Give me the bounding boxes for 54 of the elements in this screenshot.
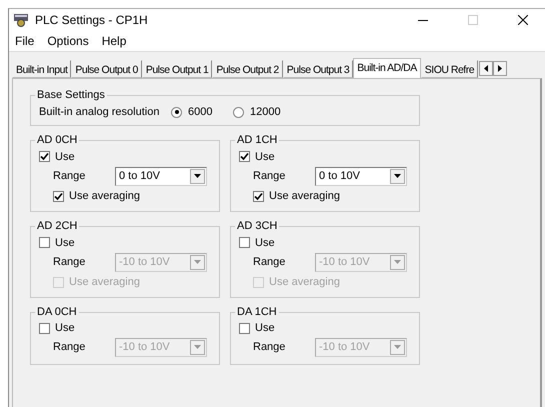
group-title: AD 0CH (36, 134, 78, 146)
window-title: PLC Settings - CP1H (35, 13, 149, 27)
checkbox[interactable] (239, 237, 250, 248)
checkbox[interactable] (53, 190, 64, 202)
app-icon (13, 13, 29, 27)
tab[interactable]: Pulse Output 1 (142, 60, 212, 78)
checkbox[interactable] (39, 237, 50, 248)
checkbox[interactable] (39, 322, 50, 334)
checkbox-label: Use (255, 322, 275, 334)
checkbox[interactable] (253, 190, 264, 202)
tab[interactable]: SIOU Refre (420, 60, 478, 78)
checkbox-label: Use averaging (269, 276, 340, 288)
group-title: AD 1CH (236, 134, 278, 146)
group-title: AD 2CH (36, 220, 78, 232)
group-title: AD 3CH (236, 220, 278, 232)
range-dropdown[interactable]: 0 to 10V (115, 166, 207, 186)
checkbox-label: Use averaging (269, 190, 340, 202)
checkbox[interactable] (39, 151, 50, 162)
checkbox-label: Use averaging (69, 190, 140, 202)
range-label: Range (253, 256, 286, 268)
scroll-right-icon[interactable] (493, 61, 508, 76)
tab[interactable]: Built-in AD/DA (353, 58, 421, 78)
range-label: Range (253, 170, 286, 182)
scroll-left-icon[interactable] (479, 61, 494, 76)
radio-button[interactable] (233, 106, 244, 118)
checkbox[interactable] (53, 276, 64, 288)
checkbox[interactable] (239, 322, 250, 334)
radio-label: 6000 (188, 106, 212, 118)
tab[interactable]: Built-in Input (12, 60, 72, 78)
range-label: Range (53, 256, 86, 268)
checkbox-label: Use averaging (69, 276, 140, 288)
group-title: Base Settings (36, 89, 106, 101)
range-label: Range (53, 170, 86, 182)
range-label: Range (253, 341, 286, 354)
range-label: Range (53, 341, 86, 354)
resolution-label: Built-in analog resolution (39, 106, 160, 118)
range-dropdown[interactable]: 0 to 10V (315, 166, 407, 186)
checkbox-label: Use (255, 236, 275, 249)
group-title: DA 1CH (236, 306, 278, 318)
menu-item[interactable]: Options (47, 34, 89, 48)
checkbox-label: Use (55, 150, 75, 163)
group-title: DA 0CH (36, 306, 78, 318)
checkbox-label: Use (255, 150, 275, 163)
checkbox[interactable] (253, 276, 264, 288)
tab[interactable]: Pulse Output 3 (282, 60, 354, 78)
menu-item[interactable]: File (15, 34, 34, 48)
radio-button[interactable] (171, 106, 182, 118)
checkbox-label: Use (55, 322, 75, 334)
tab[interactable]: Pulse Output 0 (71, 60, 142, 78)
tab[interactable]: Pulse Output 2 (212, 60, 283, 78)
menu-item[interactable]: Help (102, 34, 126, 48)
checkbox[interactable] (239, 151, 250, 162)
radio-label: 12000 (250, 106, 281, 118)
checkbox-label: Use (55, 236, 75, 249)
